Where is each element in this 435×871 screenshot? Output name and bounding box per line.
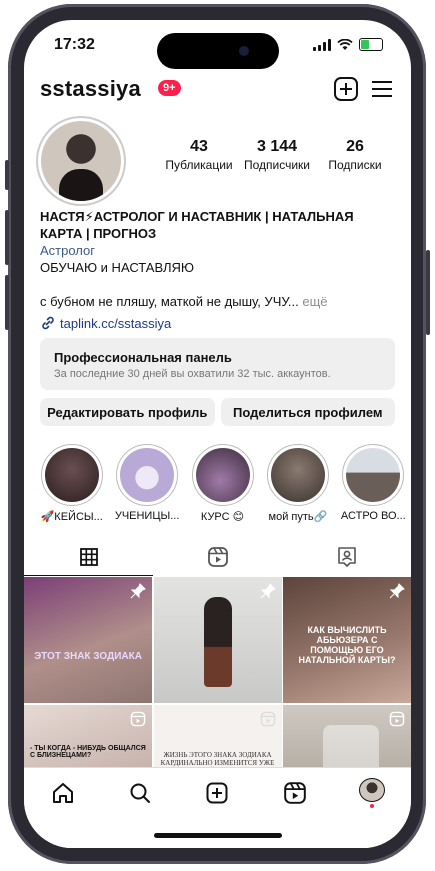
stat-following-label: Подписки [328,158,382,172]
stat-followers-count: 3 144 [256,138,298,155]
status-time: 17:32 [54,36,95,53]
search-icon [130,783,151,803]
profile-header: sstassiya 9+ [40,76,395,106]
status-icons [313,38,383,51]
signal-icon [313,38,331,51]
profile-actions: Редактировать профиль Поделиться профиле… [40,398,395,426]
story-highlights: 🚀КЕЙСЫ... УЧЕНИЦЫ... КУРС 😊 мой путь🔗 АС… [34,444,411,523]
tab-grid[interactable] [24,538,153,576]
battery-icon [359,38,383,51]
highlight-item[interactable]: мой путь🔗 [260,444,335,523]
bio-more-link[interactable]: ещё [299,294,327,309]
stat-followers[interactable]: 3 144 Подписчики [238,138,316,172]
highlight-label: АСТРО ВО... [340,510,406,522]
highlight-item[interactable]: УЧЕНИЦЫ... [109,444,184,523]
nav-profile[interactable] [357,778,387,808]
power-button [426,250,430,335]
plus-square-icon [206,782,228,804]
home-icon [52,783,73,803]
reels-icon [130,711,146,726]
stat-posts[interactable]: 43 Публикации [160,138,238,172]
tab-reels[interactable] [153,538,282,576]
highlight-label: мой путь🔗 [268,511,328,523]
profile-avatar-icon [359,778,386,803]
bottom-nav [24,767,411,848]
bio-name: НАСТЯ⚡АСТРОЛОГ И НАСТАВНИК | НАТАЛЬНАЯ К… [40,209,354,241]
dashboard-subtitle: За последние 30 дней вы охватили 32 тыс.… [54,368,331,380]
post-caption: - ТЫ КОГДА - НИБУДЬ ОБЩАЛСЯ С БЛИЗНЕЦАМИ… [30,744,146,759]
bio-line-2-text: с бубном не пляшу, маткой не дышу, УЧУ..… [40,294,299,309]
highlight-item[interactable]: АСТРО ВО... [336,444,411,523]
home-indicator [154,833,282,838]
stat-following-count: 26 [346,138,364,155]
bio-category: Астролог [40,243,96,258]
notification-badge[interactable]: 9+ [158,80,181,96]
create-post-icon[interactable] [333,76,359,102]
link-icon [42,316,54,330]
menu-icon[interactable] [369,76,395,102]
nav-search[interactable] [125,778,155,808]
tagged-icon [337,547,356,567]
highlight-cover [195,448,250,502]
reels-icon [207,547,228,567]
bio-line-2: с бубном не пляшу, маткой не дышу, УЧУ..… [40,293,397,310]
bio-link[interactable]: taplink.cc/sstassiya [40,315,171,331]
profile-tabs [24,538,411,576]
highlight-label: КУРС 😊 [200,511,245,523]
highlight-label: УЧЕНИЦЫ... [114,510,180,522]
professional-dashboard[interactable]: Профессиональная панель За последние 30 … [40,338,395,390]
highlight-item[interactable]: КУРС 😊 [185,444,260,523]
stat-posts-label: Публикации [165,158,233,172]
volume-up-button [5,210,9,265]
post-thumbnail[interactable]: ЭТОТ ЗНАК ЗОДИАКА [24,577,152,703]
silent-switch [5,160,9,190]
highlight-cover [346,448,401,502]
nav-home[interactable] [48,778,78,808]
reels-icon [389,711,405,726]
volume-down-button [5,275,9,330]
status-bar: 17:32 [24,34,411,58]
pin-icon [389,583,405,599]
highlight-label: 🚀КЕЙСЫ... [40,511,103,523]
wifi-icon [337,38,353,50]
profile-stats: 43 Публикации 3 144 Подписчики 26 Подпис… [160,138,394,172]
nav-reels[interactable] [280,778,310,808]
reels-icon [260,711,275,726]
post-thumbnail[interactable]: КАК ВЫЧИСЛИТЬ АБЬЮЗЕРА С ПОМОЩЬЮ ЕГО НАТ… [283,577,411,703]
share-profile-button[interactable]: Поделиться профилем [220,398,395,426]
stat-following[interactable]: 26 Подписки [316,138,394,172]
edit-profile-button[interactable]: Редактировать профиль [40,398,215,426]
post-caption: КАК ВЫЧИСЛИТЬ АБЬЮЗЕРА С ПОМОЩЬЮ ЕГО НАТ… [298,625,396,665]
notification-dot [370,804,375,808]
grid-icon [79,548,98,566]
tab-tagged[interactable] [282,538,411,576]
bio-line-1: ОБУЧАЮ и НАСТАВЛЯЮ [40,260,195,275]
profile-avatar[interactable] [36,116,126,206]
phone-screen: 17:32 sstassiya 9+ 43 Публикации 3 144 П… [24,20,411,848]
profile-bio: НАСТЯ⚡АСТРОЛОГ И НАСТАВНИК | НАТАЛЬНАЯ К… [40,208,397,310]
username[interactable]: sstassiya [40,76,141,102]
highlight-item[interactable]: 🚀КЕЙСЫ... [34,444,109,523]
highlight-cover [44,448,99,502]
highlight-cover [120,448,175,502]
dashboard-title: Профессиональная панель [54,350,232,365]
reels-icon [284,782,306,804]
bio-link-text: taplink.cc/sstassiya [60,315,172,331]
post-thumbnail[interactable] [153,577,282,703]
post-caption: ЭТОТ ЗНАК ЗОДИАКА [34,651,142,662]
highlight-cover [270,448,325,502]
stat-posts-count: 43 [190,138,208,155]
pin-icon [260,583,276,599]
stat-followers-label: Подписчики [243,158,310,172]
post-figure [203,597,232,687]
nav-create[interactable] [202,778,232,808]
pin-icon [130,583,146,599]
